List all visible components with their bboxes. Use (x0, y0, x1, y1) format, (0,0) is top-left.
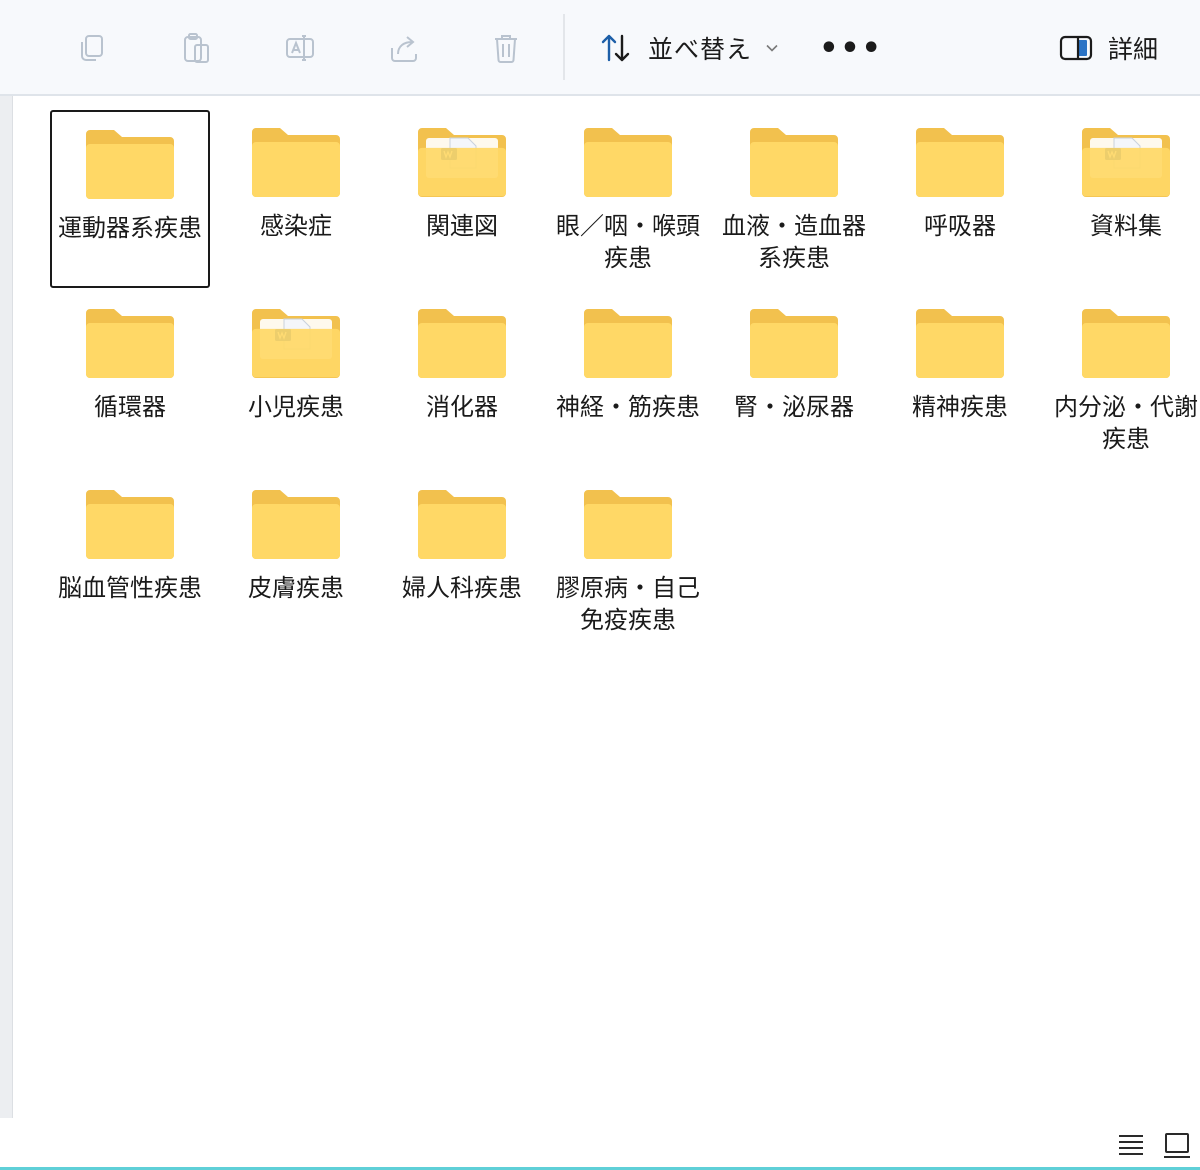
details-label: 詳細 (1108, 35, 1159, 64)
folder-item[interactable]: 神経・筋疾患 (548, 291, 708, 469)
paste-button[interactable] (170, 22, 222, 74)
sort-button[interactable]: 並べ替え (592, 22, 788, 74)
status-bar (0, 1118, 1200, 1170)
paste-icon (184, 33, 209, 63)
folder-icon (750, 309, 838, 378)
folder-icon (1082, 309, 1170, 378)
folder-icon (418, 128, 506, 197)
folder-label: 資料集 (1090, 212, 1162, 240)
folder-label: 精神疾患 (912, 393, 1008, 421)
folder-icon (584, 490, 672, 559)
folder-label: 関連図 (426, 212, 498, 240)
list-view-icon (1119, 1135, 1143, 1155)
folder-item[interactable]: 膠原病・自己免疫疾患 (548, 472, 708, 650)
folder-item[interactable]: 眼／咽・喉頭疾患 (548, 110, 708, 288)
more-icon: ••• (819, 30, 883, 66)
details-pane-icon (1059, 35, 1093, 61)
folder-item[interactable]: 婦人科疾患 (382, 472, 542, 650)
folder-label: 小児疾患 (248, 393, 344, 421)
sort-icon (601, 34, 630, 62)
folder-icon (252, 490, 340, 559)
folder-label: 膠原病・自己免疫疾患 (556, 574, 700, 634)
more-options-button[interactable]: ••• (819, 22, 883, 74)
folder-label: 婦人科疾患 (402, 574, 522, 602)
list-view-button[interactable] (1114, 1128, 1148, 1162)
delete-button[interactable] (480, 22, 532, 74)
rename-button[interactable] (274, 22, 326, 74)
folder-icon (584, 309, 672, 378)
folder-icon (252, 128, 340, 197)
copy-icon (81, 35, 103, 61)
tiles-view-button[interactable] (1160, 1128, 1194, 1162)
details-pane-button[interactable]: 詳細 (1052, 22, 1182, 74)
folder-label: 神経・筋疾患 (556, 393, 700, 421)
file-explorer-window: 並べ替え ••• 詳細 運動器系疾患 感染症 関連図 眼／咽・喉頭疾患 血液・造血器系疾… (0, 0, 1200, 1170)
folder-item[interactable]: 資料集 (1046, 110, 1200, 288)
folder-label: 眼／咽・喉頭疾患 (556, 212, 700, 272)
folder-label: 皮膚疾患 (248, 574, 344, 602)
toolbar-separator (563, 14, 565, 80)
folder-label: 呼吸器 (924, 212, 996, 240)
share-icon (391, 36, 417, 62)
trash-icon (495, 35, 517, 63)
folder-item[interactable]: 皮膚疾患 (216, 472, 376, 650)
folder-label: 運動器系疾患 (58, 214, 202, 242)
folder-item[interactable]: 感染症 (216, 110, 376, 288)
folder-label: 感染症 (260, 212, 332, 240)
folder-item[interactable]: 腎・泌尿器 (714, 291, 874, 469)
chevron-down-icon (766, 44, 778, 52)
folder-icon (86, 309, 174, 378)
folder-label: 脳血管性疾患 (58, 574, 202, 602)
folder-icon (418, 490, 506, 559)
folder-item[interactable]: 消化器 (382, 291, 542, 469)
folder-grid: 運動器系疾患 感染症 関連図 眼／咽・喉頭疾患 血液・造血器系疾患 呼吸器 資料集循環器 小児… (12, 96, 1200, 1118)
folder-icon (86, 490, 174, 559)
tiles-view-icon (1164, 1133, 1190, 1158)
folder-item[interactable]: 内分泌・代謝疾患 (1046, 291, 1200, 469)
folder-label: 腎・泌尿器 (734, 393, 854, 421)
folder-label: 血液・造血器系疾患 (722, 212, 866, 272)
folder-icon (418, 309, 506, 378)
folder-label: 循環器 (94, 393, 166, 421)
folder-item[interactable]: 精神疾患 (880, 291, 1040, 469)
folder-item[interactable]: 関連図 (382, 110, 542, 288)
folder-icon (916, 128, 1004, 197)
share-button[interactable] (378, 22, 430, 74)
folder-icon (584, 128, 672, 197)
command-bar: 並べ替え ••• 詳細 (0, 0, 1200, 96)
rename-icon (286, 35, 314, 61)
folder-item[interactable]: 脳血管性疾患 (50, 472, 210, 650)
folder-item[interactable]: 小児疾患 (216, 291, 376, 469)
folder-item[interactable]: 血液・造血器系疾患 (714, 110, 874, 288)
folder-item[interactable]: 運動器系疾患 (50, 110, 210, 288)
folder-item[interactable]: 循環器 (50, 291, 210, 469)
folder-icon (916, 309, 1004, 378)
sort-label: 並べ替え (648, 35, 753, 64)
folder-label: 消化器 (426, 393, 498, 421)
folder-label: 内分泌・代謝疾患 (1054, 393, 1198, 453)
copy-button[interactable] (66, 22, 118, 74)
folder-icon (1082, 128, 1170, 197)
folder-icon (252, 309, 340, 378)
folder-icon (750, 128, 838, 197)
folder-icon (86, 130, 174, 199)
folder-item[interactable]: 呼吸器 (880, 110, 1040, 288)
